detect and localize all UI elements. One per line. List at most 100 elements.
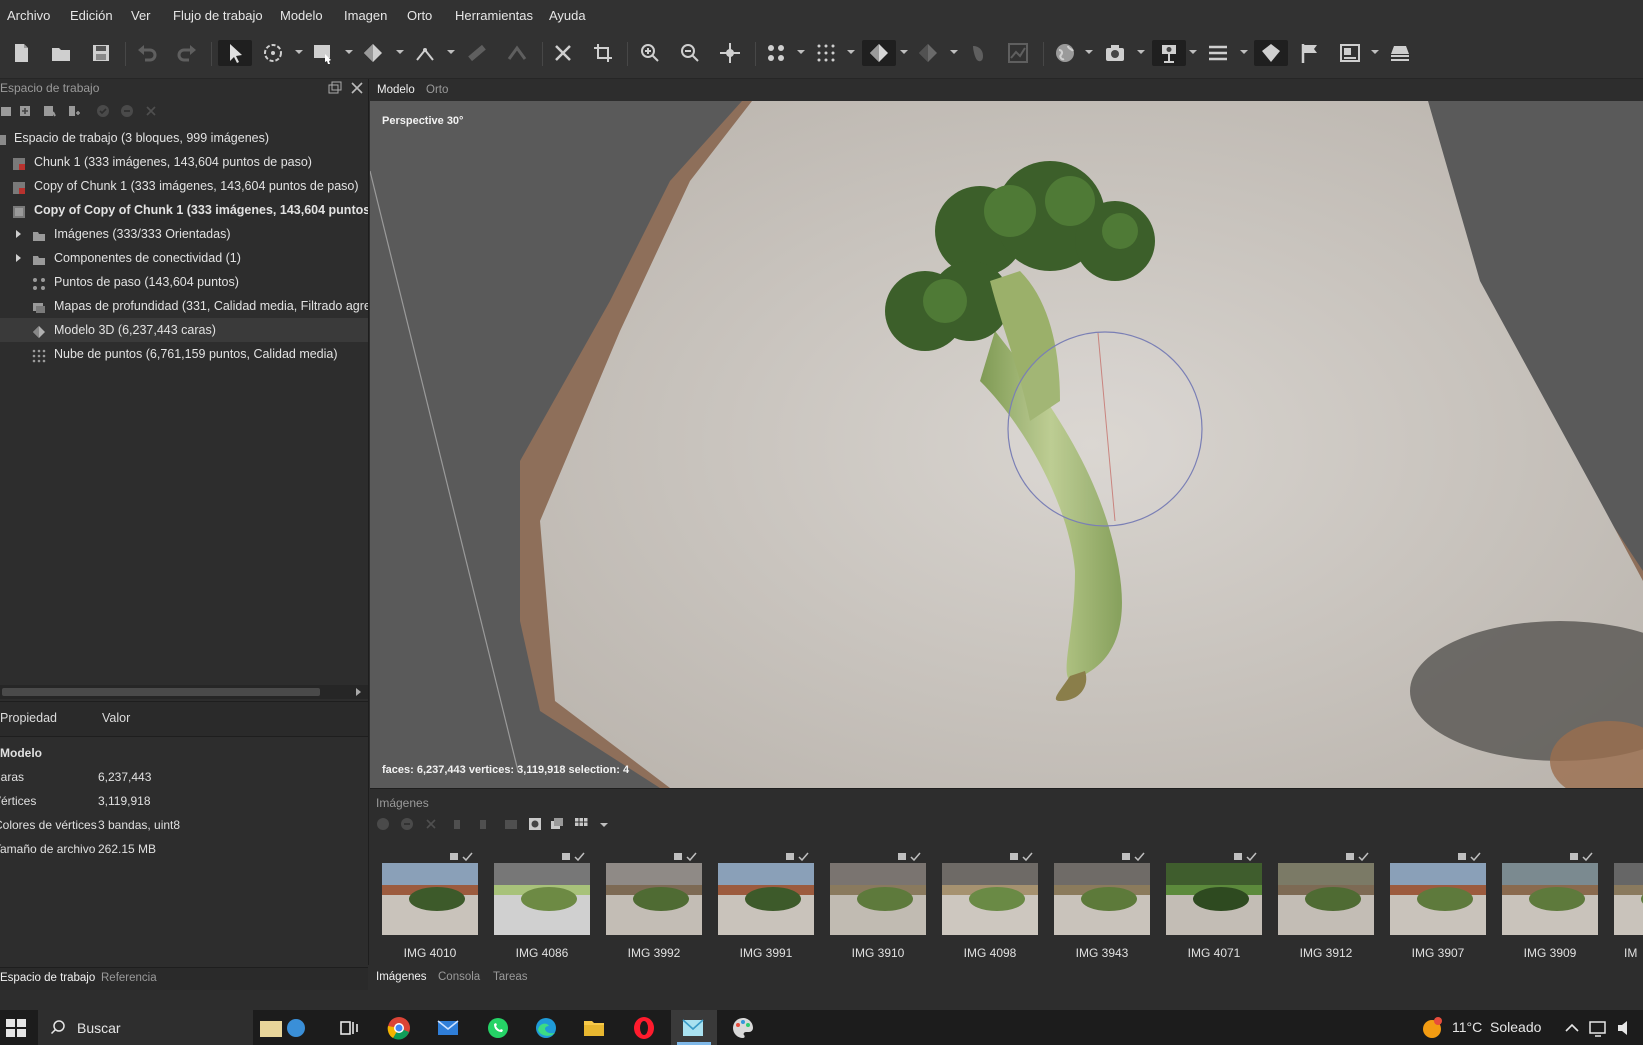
tree-componentes[interactable]: Componentes de conectividad (1) [0,246,368,270]
opera-icon[interactable] [632,1016,656,1040]
rotate-object-icon[interactable] [260,40,286,66]
disable-icon[interactable] [400,817,414,831]
weather-text[interactable]: 11°C Soleado [1452,1019,1541,1035]
crop-icon[interactable] [590,40,616,66]
menu-edicion[interactable]: Edición [70,8,113,23]
redo-icon[interactable] [174,40,200,66]
new-file-icon[interactable] [8,40,34,66]
point-cloud-icon[interactable] [813,40,839,66]
globe-icon[interactable] [1052,40,1078,66]
image-settings-icon[interactable] [1337,40,1363,66]
grid-view-icon[interactable] [574,817,588,831]
tab-referencia[interactable]: Referencia [101,972,157,984]
rotate-left-icon[interactable] [452,817,466,831]
textured-model-icon[interactable] [915,40,941,66]
tab-imagenes[interactable]: Imágenes [376,971,427,983]
add-folder-icon[interactable] [42,104,56,118]
metashape-app-icon[interactable] [681,1016,705,1040]
tree-imagenes[interactable]: Imágenes (333/333 Orientadas) [0,222,368,246]
copy-icon[interactable] [550,817,564,831]
orthomosaic-icon[interactable] [1387,40,1413,66]
image-thumbnail[interactable] [1614,863,1643,935]
taskbar-search-box[interactable]: Buscar [38,1010,253,1045]
chevron-up-icon[interactable] [1560,1016,1584,1040]
remove-icon[interactable] [424,817,438,831]
property-column-header[interactable]: Propiedad [0,711,57,725]
image-thumbnail[interactable] [382,863,478,935]
close-panel-icon[interactable] [350,81,364,95]
add-marker-icon[interactable] [66,104,80,118]
menu-ayuda[interactable]: Ayuda [549,8,586,23]
layers-icon[interactable] [1205,40,1231,66]
chrome-icon[interactable] [387,1016,411,1040]
volume-icon[interactable] [1614,1016,1638,1040]
image-thumbnail[interactable] [1390,863,1486,935]
shapes-icon[interactable] [1254,40,1288,66]
weather-icon[interactable] [1420,1016,1444,1040]
tab-consola[interactable]: Consola [438,971,480,983]
enable-icon[interactable] [96,104,110,118]
undo-icon[interactable] [134,40,160,66]
mail-icon[interactable] [436,1016,460,1040]
expand-arrow-icon[interactable] [16,230,21,238]
dem-icon[interactable] [1005,40,1031,66]
remove-icon[interactable] [144,104,158,118]
edge-icon[interactable] [534,1016,558,1040]
search-highlight-icon[interactable] [258,1016,306,1040]
save-icon[interactable] [88,40,114,66]
image-thumbnail[interactable] [718,863,814,935]
tree-workspace[interactable]: Espacio de trabajo (3 bloques, 999 imáge… [0,126,368,150]
image-thumbnail[interactable] [1166,863,1262,935]
image-thumbnail[interactable] [1054,863,1150,935]
camera-icon[interactable] [1102,40,1128,66]
network-icon[interactable] [1587,1016,1611,1040]
model-viewport[interactable]: Perspective 30° faces: 6,237,443 vertice… [370,101,1643,788]
windows-start-icon[interactable] [4,1016,28,1040]
tab-orto[interactable]: Orto [426,84,448,96]
file-explorer-icon[interactable] [582,1016,606,1040]
move-icon[interactable] [717,40,743,66]
menu-archivo[interactable]: Archivo [7,8,50,23]
mask-icon[interactable] [528,817,542,831]
image-thumbnail[interactable] [494,863,590,935]
model-shape-icon[interactable] [360,40,386,66]
ruler-icon[interactable] [464,40,490,66]
task-view-icon[interactable] [337,1016,361,1040]
rotate-right-icon[interactable] [474,817,488,831]
scroll-right-icon[interactable] [356,688,361,696]
tiled-model-icon[interactable] [965,40,991,66]
solid-model-icon[interactable] [862,40,896,66]
tab-modelo[interactable]: Modelo [377,84,415,96]
menu-modelo[interactable]: Modelo [280,8,323,23]
menu-orto[interactable]: Orto [407,8,432,23]
tab-espacio-de-trabajo[interactable]: Espacio de trabajo [0,972,95,984]
enable-icon[interactable] [376,817,390,831]
undock-icon[interactable] [328,81,342,95]
zoom-out-icon[interactable] [677,40,703,66]
zoom-in-icon[interactable] [637,40,663,66]
image-thumbnail[interactable] [830,863,926,935]
paint-icon[interactable] [731,1016,755,1040]
camera-track-icon[interactable] [1152,40,1186,66]
expand-arrow-icon[interactable] [16,254,21,262]
add-photos-icon[interactable] [18,104,32,118]
rectangle-select-icon[interactable] [310,40,336,66]
image-thumbnail[interactable] [1502,863,1598,935]
menu-imagen[interactable]: Imagen [344,8,387,23]
tree-modelo-3d[interactable]: Modelo 3D (6,237,443 caras) [0,318,368,342]
tab-tareas[interactable]: Tareas [493,971,528,983]
whatsapp-icon[interactable] [486,1016,510,1040]
workspace-horizontal-scrollbar[interactable] [0,685,368,699]
tree-nube-de-puntos[interactable]: Nube de puntos (6,761,159 puntos, Calida… [0,342,368,366]
add-chunk-icon[interactable] [0,104,14,118]
value-column-header[interactable]: Valor [102,711,130,725]
tree-copy-of-copy-of-chunk-1[interactable]: Copy of Copy of Chunk 1 (333 imágenes, 1… [0,198,368,222]
scrollbar-thumb[interactable] [2,688,320,696]
select-pointer-icon[interactable] [218,40,252,66]
disable-icon[interactable] [120,104,134,118]
delete-icon[interactable] [550,40,576,66]
image-thumbnail[interactable] [1278,863,1374,935]
tree-chunk-1[interactable]: Chunk 1 (333 imágenes, 143,604 puntos de… [0,150,368,174]
tree-copy-of-chunk-1[interactable]: Copy of Chunk 1 (333 imágenes, 143,604 p… [0,174,368,198]
open-folder-icon[interactable] [48,40,74,66]
